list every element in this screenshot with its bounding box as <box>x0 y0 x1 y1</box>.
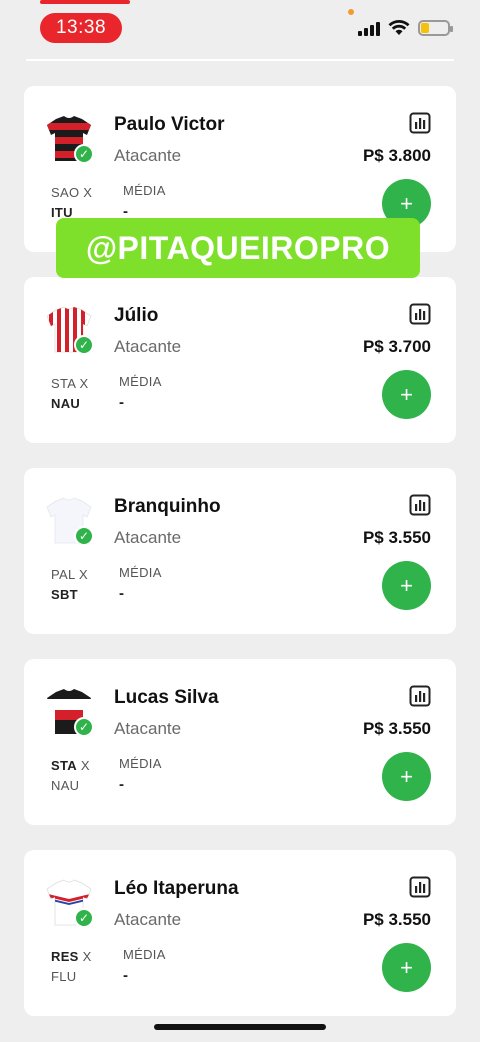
media-label: MÉDIA <box>123 947 166 962</box>
versus: X <box>83 185 93 200</box>
player-card[interactable]: ✓ Lucas Silva Atacante P$ 3.550 STA X NA… <box>24 659 456 825</box>
match-info: STA X NAU <box>51 756 90 796</box>
player-card[interactable]: ✓ Júlio Atacante P$ 3.700 STA X NAU MÉDI… <box>24 277 456 443</box>
home-team: STA <box>51 376 76 391</box>
check-icon: ✓ <box>74 335 94 355</box>
away-team: NAU <box>51 778 80 793</box>
privacy-indicator <box>348 9 354 15</box>
check-icon: ✓ <box>74 717 94 737</box>
player-position: Atacante <box>114 910 182 929</box>
away-team: FLU <box>51 969 77 984</box>
media-value: - <box>119 776 124 793</box>
player-name: Branquinho <box>114 496 221 517</box>
check-icon: ✓ <box>74 908 94 928</box>
home-team: STA <box>51 758 77 773</box>
battery-icon <box>418 20 453 36</box>
player-position: Atacante <box>114 146 182 165</box>
status-icons <box>358 20 453 36</box>
player-name: Lucas Silva <box>114 687 219 708</box>
check-icon: ✓ <box>74 526 94 546</box>
add-player-button[interactable]: + <box>382 943 431 992</box>
media-label: MÉDIA <box>119 756 162 771</box>
status-bar: 13:38 <box>0 0 480 60</box>
top-divider <box>26 59 454 61</box>
player-position: Atacante <box>114 337 182 356</box>
media-value: - <box>123 967 128 984</box>
media-label: MÉDIA <box>119 374 162 389</box>
status-time: 13:38 <box>40 0 130 43</box>
media-value: - <box>119 394 124 411</box>
player-price: P$ 3.550 <box>362 528 431 547</box>
wifi-icon <box>388 20 410 35</box>
media-value: - <box>119 585 124 602</box>
plus-icon: + <box>400 764 413 789</box>
player-position: Atacante <box>114 528 182 547</box>
away-team: SBT <box>51 587 78 602</box>
match-info: SAO X ITU <box>51 183 92 223</box>
add-player-button[interactable]: + <box>382 752 431 801</box>
media-label: MÉDIA <box>119 565 162 580</box>
stats-icon[interactable] <box>409 112 431 134</box>
add-player-button[interactable]: + <box>382 370 431 419</box>
player-price: P$ 3.700 <box>362 337 431 356</box>
check-icon: ✓ <box>74 144 94 164</box>
player-name: Paulo Victor <box>114 114 225 135</box>
plus-icon: + <box>400 955 413 980</box>
home-team: SAO <box>51 185 80 200</box>
stats-icon[interactable] <box>409 303 431 325</box>
match-info: PAL X SBT <box>51 565 88 605</box>
player-card[interactable]: ✓ Branquinho Atacante P$ 3.550 PAL X SBT… <box>24 468 456 634</box>
home-indicator[interactable] <box>154 1024 326 1030</box>
match-info: STA X NAU <box>51 374 88 414</box>
match-info: RES X FLU <box>51 947 92 987</box>
away-team: NAU <box>51 396 81 411</box>
add-player-button[interactable]: + <box>382 561 431 610</box>
player-price: P$ 3.550 <box>362 719 431 738</box>
plus-icon: + <box>400 382 413 407</box>
player-name: Júlio <box>114 305 159 326</box>
player-price: P$ 3.550 <box>362 910 431 929</box>
versus: X <box>79 376 89 391</box>
versus: X <box>82 949 92 964</box>
stats-icon[interactable] <box>409 494 431 516</box>
player-name: Léo Itaperuna <box>114 878 239 899</box>
watermark-banner: @PITAQUEIROPRO <box>56 218 420 278</box>
plus-icon: + <box>400 573 413 598</box>
media-label: MÉDIA <box>123 183 166 198</box>
plus-icon: + <box>400 191 413 216</box>
player-position: Atacante <box>114 719 182 738</box>
versus: X <box>78 567 88 582</box>
home-team: RES <box>51 949 79 964</box>
stats-icon[interactable] <box>409 876 431 898</box>
home-team: PAL <box>51 567 76 582</box>
stats-icon[interactable] <box>409 685 431 707</box>
player-price: P$ 3.800 <box>362 146 431 165</box>
player-card[interactable]: ✓ Léo Itaperuna Atacante P$ 3.550 RES X … <box>24 850 456 1016</box>
signal-icon <box>358 20 380 36</box>
versus: X <box>80 758 90 773</box>
